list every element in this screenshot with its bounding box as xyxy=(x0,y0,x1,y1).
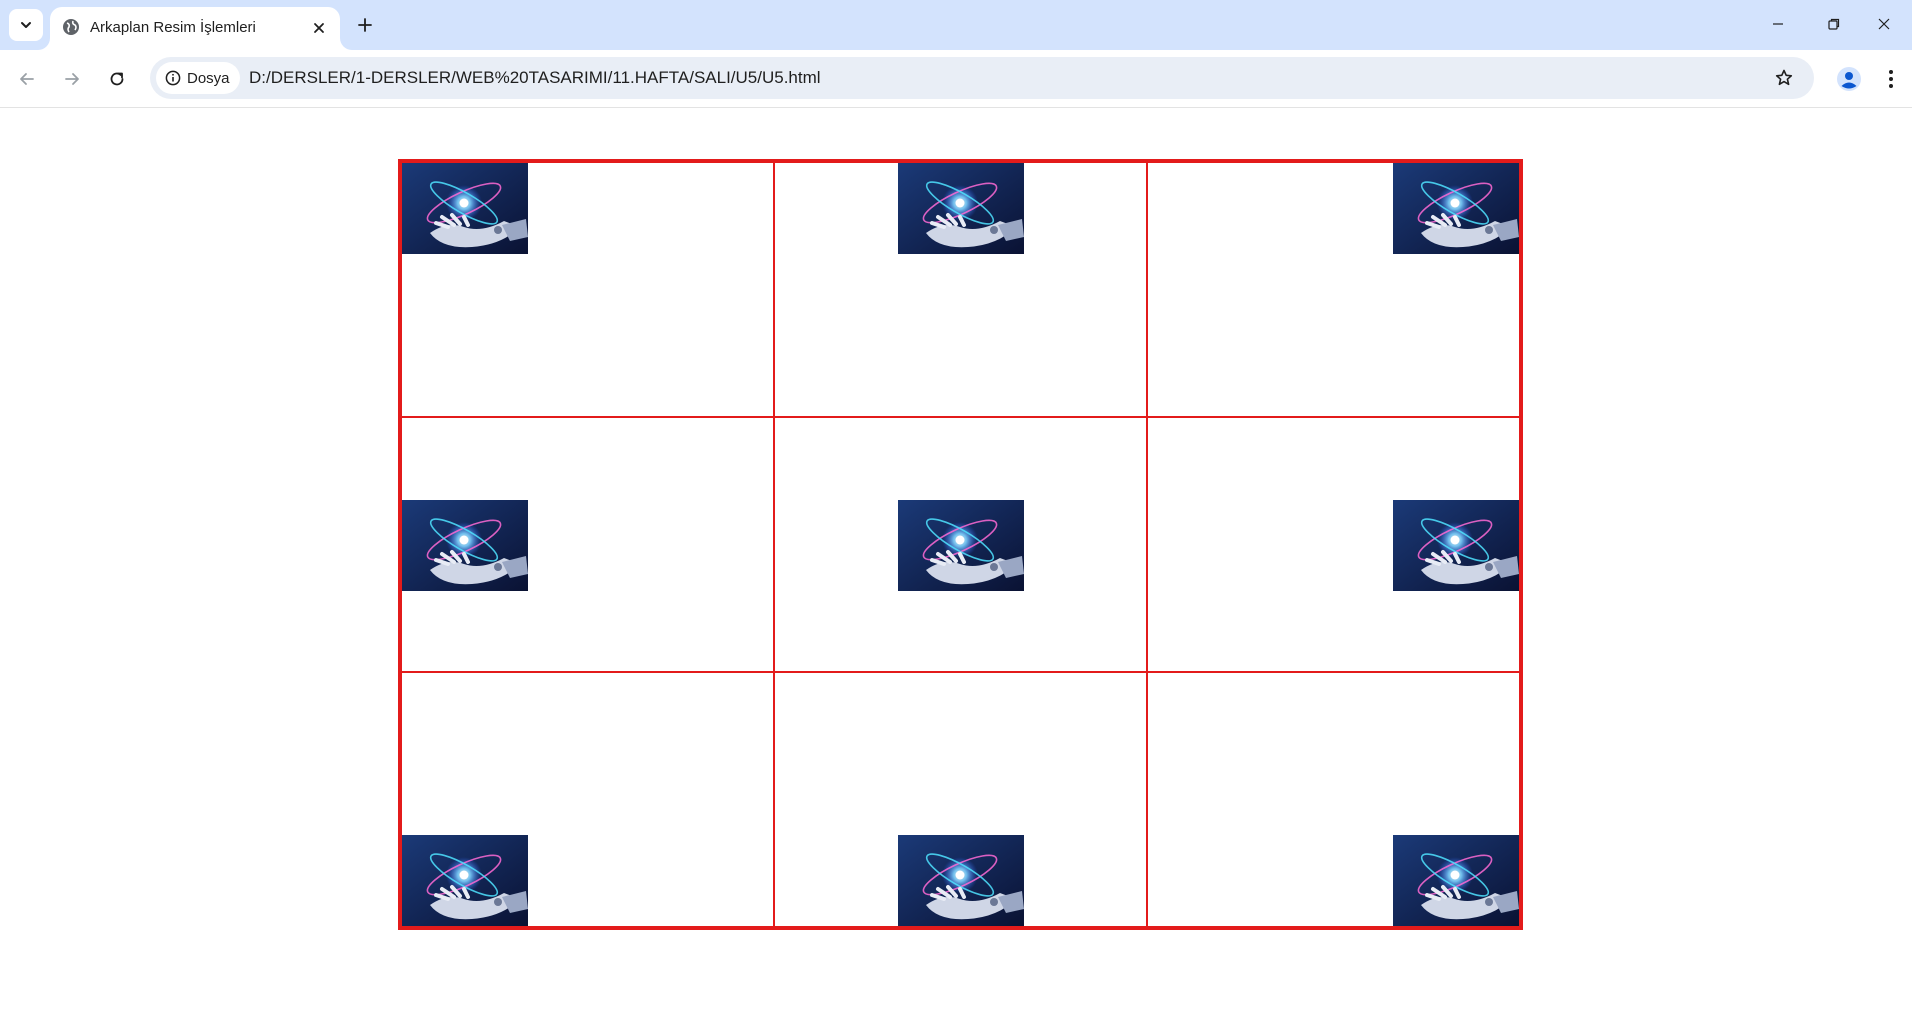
reload-button[interactable] xyxy=(100,62,134,96)
close-icon xyxy=(1878,18,1890,30)
url-text[interactable]: D:/DERSLER/1-DERSLER/WEB%20TASARIMI/11.H… xyxy=(249,68,821,88)
new-tab-button[interactable] xyxy=(350,10,380,40)
cell-middle-right xyxy=(1147,417,1520,672)
close-icon xyxy=(314,23,324,33)
globe-icon xyxy=(63,19,79,35)
tab-strip: Arkaplan Resim İşlemleri xyxy=(0,0,1912,50)
tab-close-button[interactable] xyxy=(308,17,330,39)
bookmark-button[interactable] xyxy=(1768,62,1800,94)
avatar-icon xyxy=(1837,67,1861,91)
background-position-table xyxy=(398,159,1523,930)
cell-bottom-right xyxy=(1147,672,1520,927)
robot-hand-atom-image xyxy=(1393,500,1519,591)
robot-hand-atom-image xyxy=(1393,163,1519,254)
arrow-right-icon xyxy=(65,73,79,85)
back-button[interactable] xyxy=(10,62,44,96)
robot-hand-atom-image xyxy=(898,163,1024,254)
close-window-button[interactable] xyxy=(1856,0,1912,48)
robot-hand-atom-image xyxy=(402,835,528,926)
cell-top-right xyxy=(1147,162,1520,417)
cell-middle-left xyxy=(401,417,774,672)
site-info-chip[interactable]: Dosya xyxy=(156,62,240,94)
arrow-left-icon xyxy=(20,73,34,85)
robot-hand-atom-image xyxy=(1393,835,1519,926)
reload-icon xyxy=(110,72,124,86)
forward-button[interactable] xyxy=(55,62,89,96)
robot-hand-atom-image xyxy=(402,500,528,591)
restore-icon xyxy=(1828,18,1840,30)
cell-top-center xyxy=(774,162,1147,417)
chevron-down-icon xyxy=(21,22,31,28)
more-vert-icon xyxy=(1889,70,1893,88)
info-icon xyxy=(165,70,181,86)
tab-title: Arkaplan Resim İşlemleri xyxy=(90,19,256,36)
robot-hand-atom-image xyxy=(898,500,1024,591)
cell-bottom-left xyxy=(401,672,774,927)
minimize-icon xyxy=(1773,23,1783,25)
restore-button[interactable] xyxy=(1806,0,1862,48)
plus-icon xyxy=(358,18,372,32)
robot-hand-atom-image xyxy=(898,835,1024,926)
cell-bottom-center xyxy=(774,672,1147,927)
page-viewport xyxy=(0,109,1912,1017)
profile-button[interactable] xyxy=(1832,62,1866,96)
menu-button[interactable] xyxy=(1874,62,1908,96)
star-icon xyxy=(1775,69,1793,86)
cell-middle-center xyxy=(774,417,1147,672)
cell-top-left xyxy=(401,162,774,417)
active-tab[interactable]: Arkaplan Resim İşlemleri xyxy=(50,7,340,50)
tab-search-button[interactable] xyxy=(9,9,43,41)
site-chip-label: Dosya xyxy=(187,69,230,87)
robot-hand-atom-image xyxy=(402,163,528,254)
minimize-button[interactable] xyxy=(1750,0,1806,48)
browser-toolbar: Dosya D:/DERSLER/1-DERSLER/WEB%20TASARIM… xyxy=(0,50,1912,108)
address-bar[interactable]: Dosya D:/DERSLER/1-DERSLER/WEB%20TASARIM… xyxy=(150,57,1814,99)
